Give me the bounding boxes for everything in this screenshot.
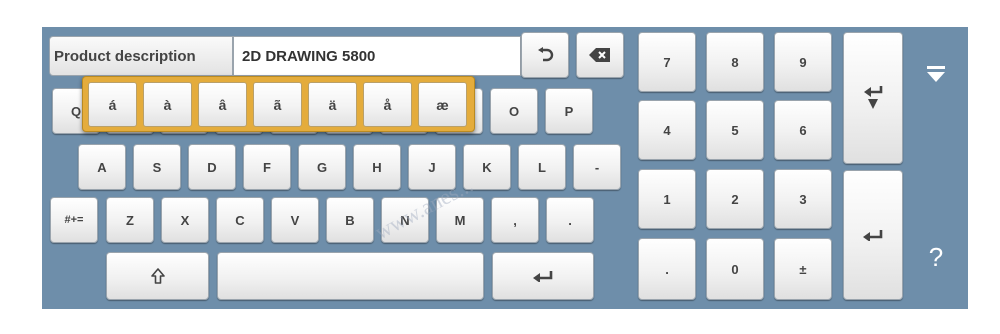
accent-key-a-tilde[interactable]: ã — [253, 82, 302, 127]
shift-icon — [150, 268, 165, 284]
accent-key-a-ring[interactable]: å — [363, 82, 412, 127]
accent-key-a-grave[interactable]: à — [143, 82, 192, 127]
key-period[interactable]: . — [546, 197, 594, 243]
numpad-decimal[interactable]: . — [638, 238, 696, 300]
key-x[interactable]: X — [161, 197, 209, 243]
enter-icon — [532, 270, 554, 282]
numpad-8[interactable]: 8 — [706, 32, 764, 92]
undo-icon — [536, 47, 554, 63]
numpad-9[interactable]: 9 — [774, 32, 832, 92]
accent-popup: á à â ã ä å æ — [82, 76, 475, 132]
key-hyphen[interactable]: - — [573, 144, 621, 190]
accent-key-a-circumflex[interactable]: â — [198, 82, 247, 127]
enter-button[interactable] — [492, 252, 594, 300]
enter-tall-button[interactable] — [843, 170, 903, 300]
key-n[interactable]: N — [381, 197, 429, 243]
key-j[interactable]: J — [408, 144, 456, 190]
numpad-plus-minus[interactable]: ± — [774, 238, 832, 300]
product-description-input[interactable]: 2D DRAWING 5800 — [233, 36, 521, 76]
shift-button[interactable] — [106, 252, 209, 300]
accent-key-a-umlaut[interactable]: ä — [308, 82, 357, 127]
undo-button[interactable] — [521, 32, 569, 78]
key-b[interactable]: B — [326, 197, 374, 243]
key-l[interactable]: L — [518, 144, 566, 190]
numpad-0[interactable]: 0 — [706, 238, 764, 300]
field-label: Product description — [49, 36, 233, 76]
key-p[interactable]: P — [545, 88, 593, 134]
enter-down-icon — [862, 85, 884, 111]
help-button[interactable]: ? — [924, 240, 948, 274]
backspace-button[interactable] — [576, 32, 624, 78]
key-m[interactable]: M — [436, 197, 484, 243]
numpad-2[interactable]: 2 — [706, 169, 764, 229]
key-s[interactable]: S — [133, 144, 181, 190]
key-a[interactable]: A — [78, 144, 126, 190]
key-v[interactable]: V — [271, 197, 319, 243]
key-comma[interactable]: , — [491, 197, 539, 243]
numpad-7[interactable]: 7 — [638, 32, 696, 92]
key-f[interactable]: F — [243, 144, 291, 190]
key-c[interactable]: C — [216, 197, 264, 243]
key-h[interactable]: H — [353, 144, 401, 190]
numpad-1[interactable]: 1 — [638, 169, 696, 229]
key-symbols[interactable]: #+= — [50, 197, 98, 243]
key-k[interactable]: K — [463, 144, 511, 190]
collapse-keyboard-icon[interactable] — [925, 65, 947, 83]
accent-key-a-acute[interactable]: á — [88, 82, 137, 127]
numpad-5[interactable]: 5 — [706, 100, 764, 160]
accent-key-ae[interactable]: æ — [418, 82, 467, 127]
key-g[interactable]: G — [298, 144, 346, 190]
enter-icon — [862, 229, 884, 241]
key-o[interactable]: O — [490, 88, 538, 134]
space-bar[interactable] — [217, 252, 484, 300]
enter-down-button[interactable] — [843, 32, 903, 164]
numpad-4[interactable]: 4 — [638, 100, 696, 160]
key-d[interactable]: D — [188, 144, 236, 190]
numpad-3[interactable]: 3 — [774, 169, 832, 229]
key-z[interactable]: Z — [106, 197, 154, 243]
numpad-6[interactable]: 6 — [774, 100, 832, 160]
backspace-icon — [589, 48, 611, 62]
